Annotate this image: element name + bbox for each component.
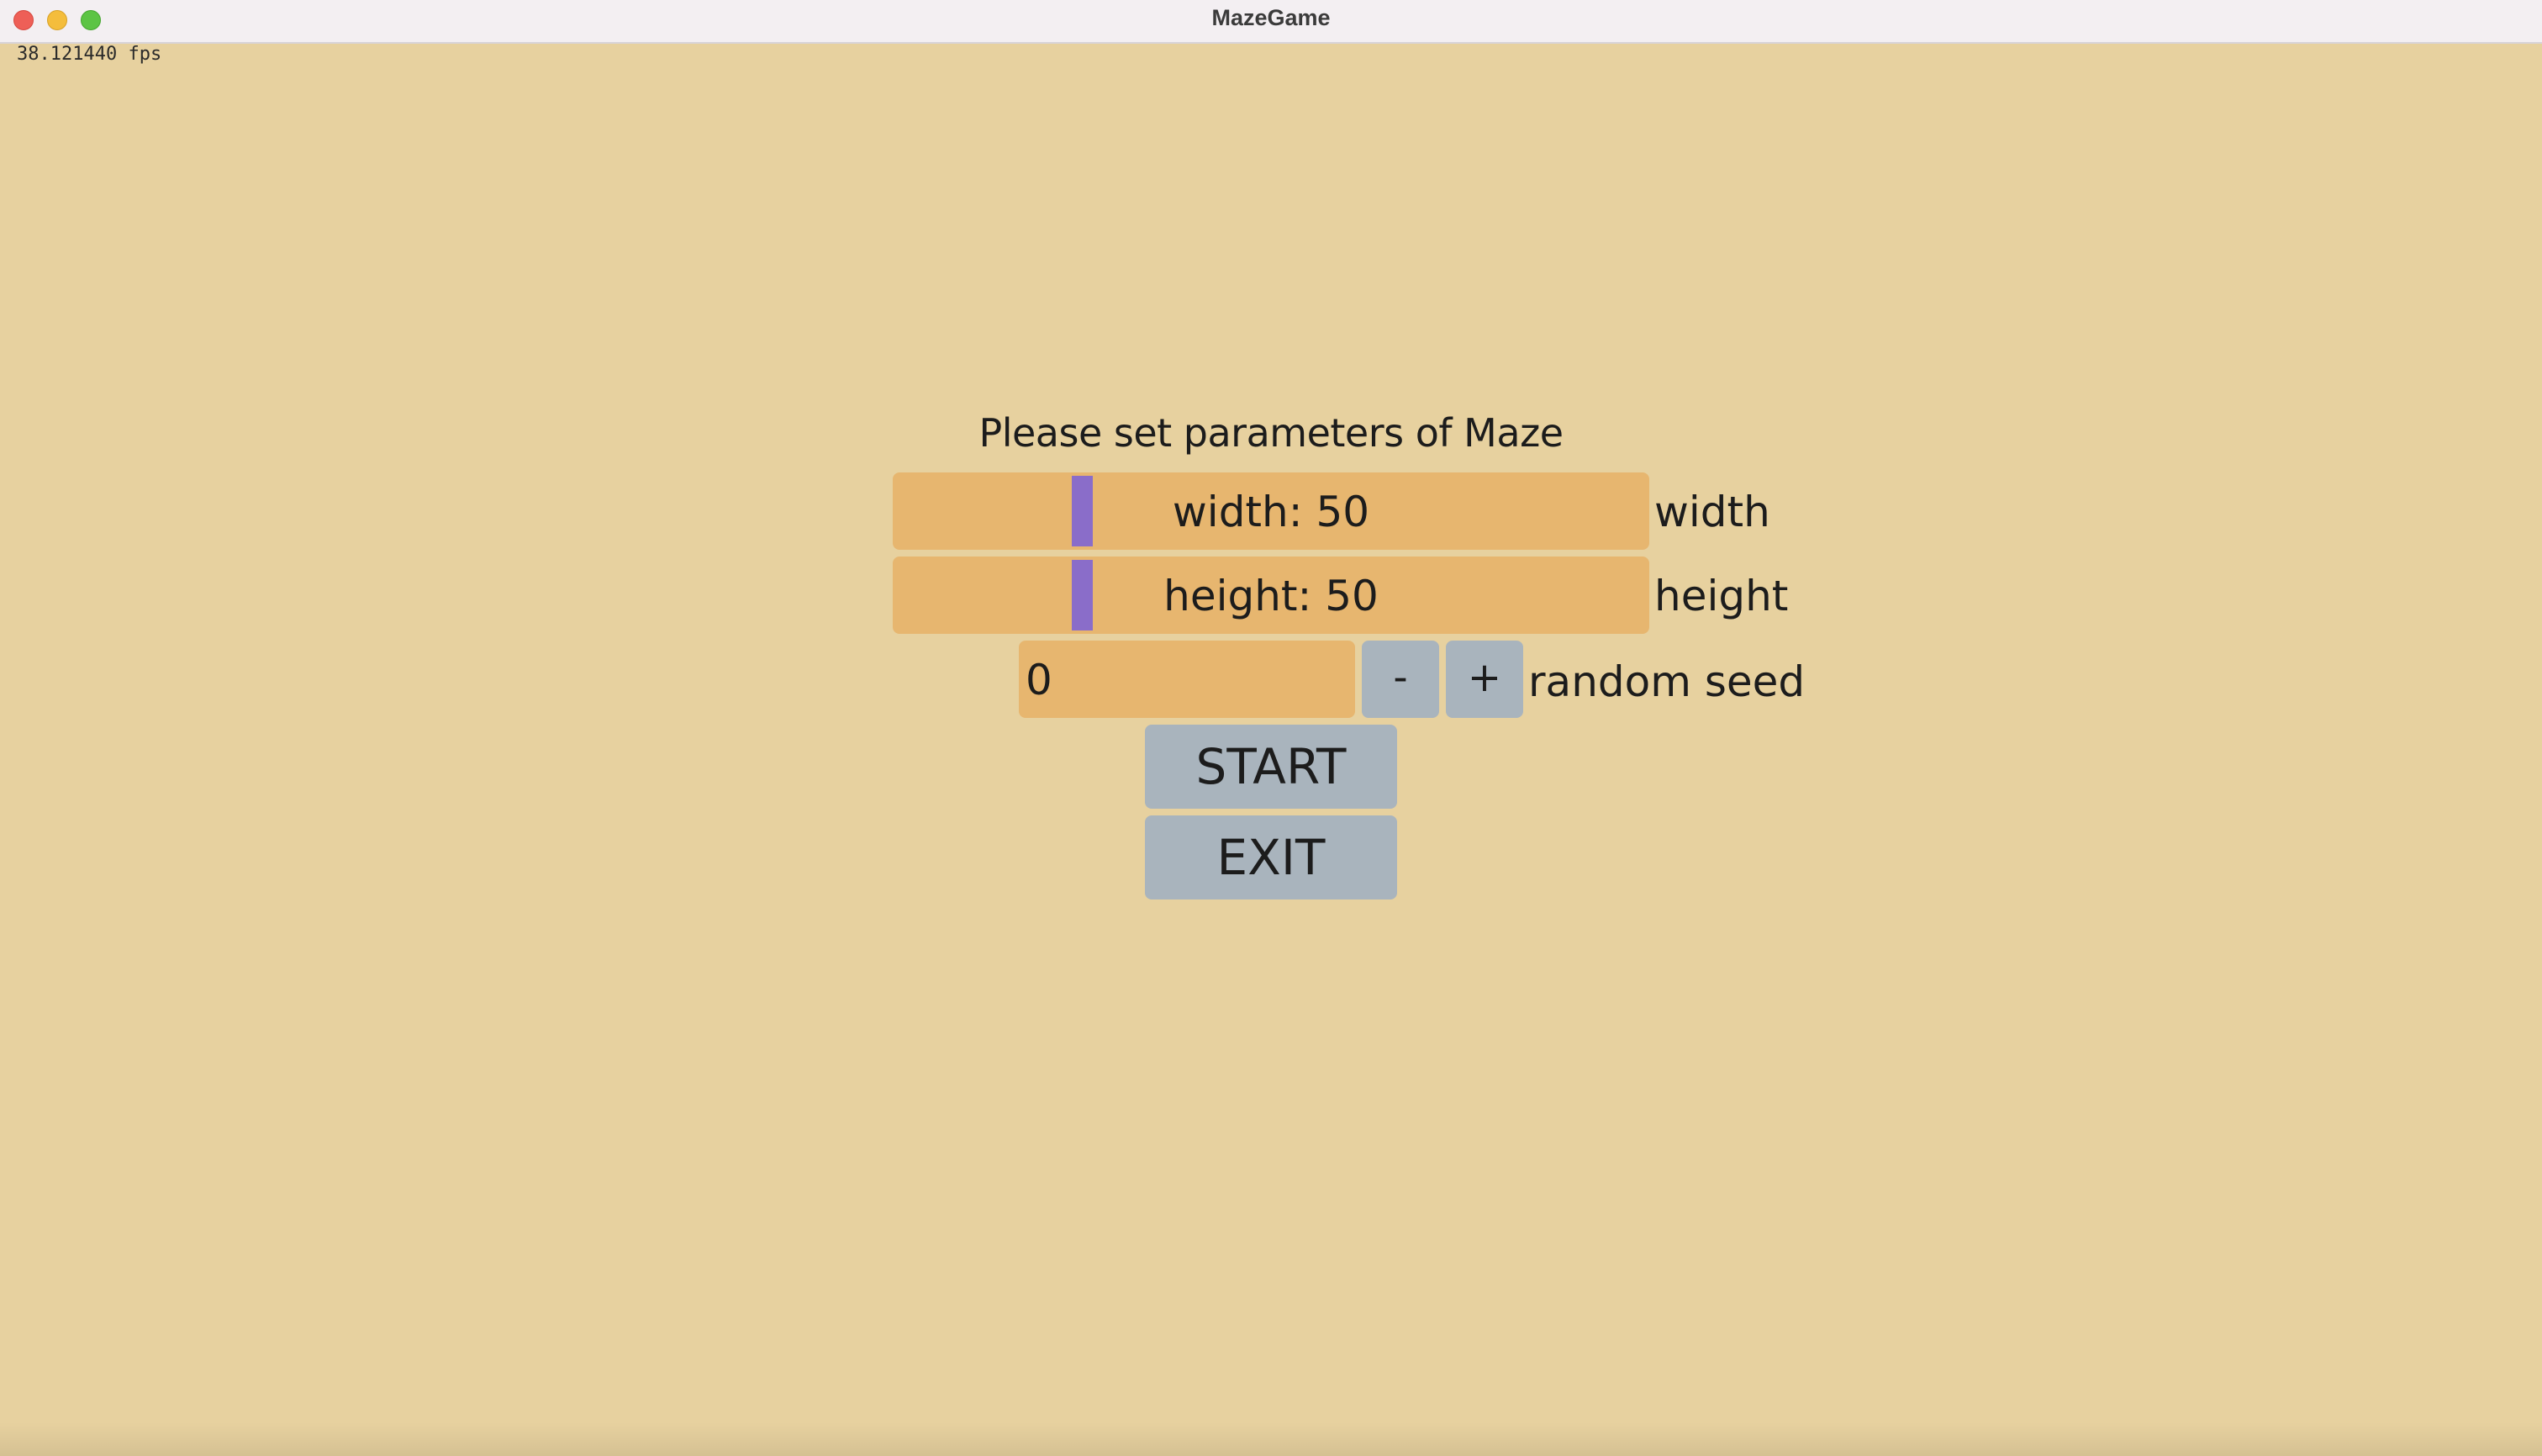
window-bottom-shadow xyxy=(0,1422,2542,1456)
width-slider-value: width: 50 xyxy=(1172,488,1370,536)
height-slider-value: height: 50 xyxy=(1163,572,1379,620)
width-slider[interactable]: width: 50 xyxy=(893,472,1649,550)
seed-decrement-button[interactable]: - xyxy=(1362,641,1439,718)
height-label: height xyxy=(1654,572,1789,620)
height-slider[interactable]: height: 50 xyxy=(893,557,1649,634)
fps-counter: 38.121440 fps xyxy=(17,44,162,65)
exit-button[interactable]: EXIT xyxy=(1145,815,1397,899)
start-button[interactable]: START xyxy=(1145,725,1397,809)
seed-increment-button[interactable]: + xyxy=(1446,641,1523,718)
page-title: Please set parameters of Maze xyxy=(978,410,1564,456)
random-seed-value: 0 xyxy=(1026,656,1052,704)
window-title: MazeGame xyxy=(1211,5,1331,30)
width-label: width xyxy=(1654,488,1770,536)
maze-game-window: MazeGame 38.121440 fps Please set parame… xyxy=(0,0,2542,1456)
title-bar: MazeGame xyxy=(0,0,2542,44)
random-seed-label: random seed xyxy=(1528,657,1806,706)
random-seed-input[interactable]: 0 xyxy=(1019,641,1355,718)
